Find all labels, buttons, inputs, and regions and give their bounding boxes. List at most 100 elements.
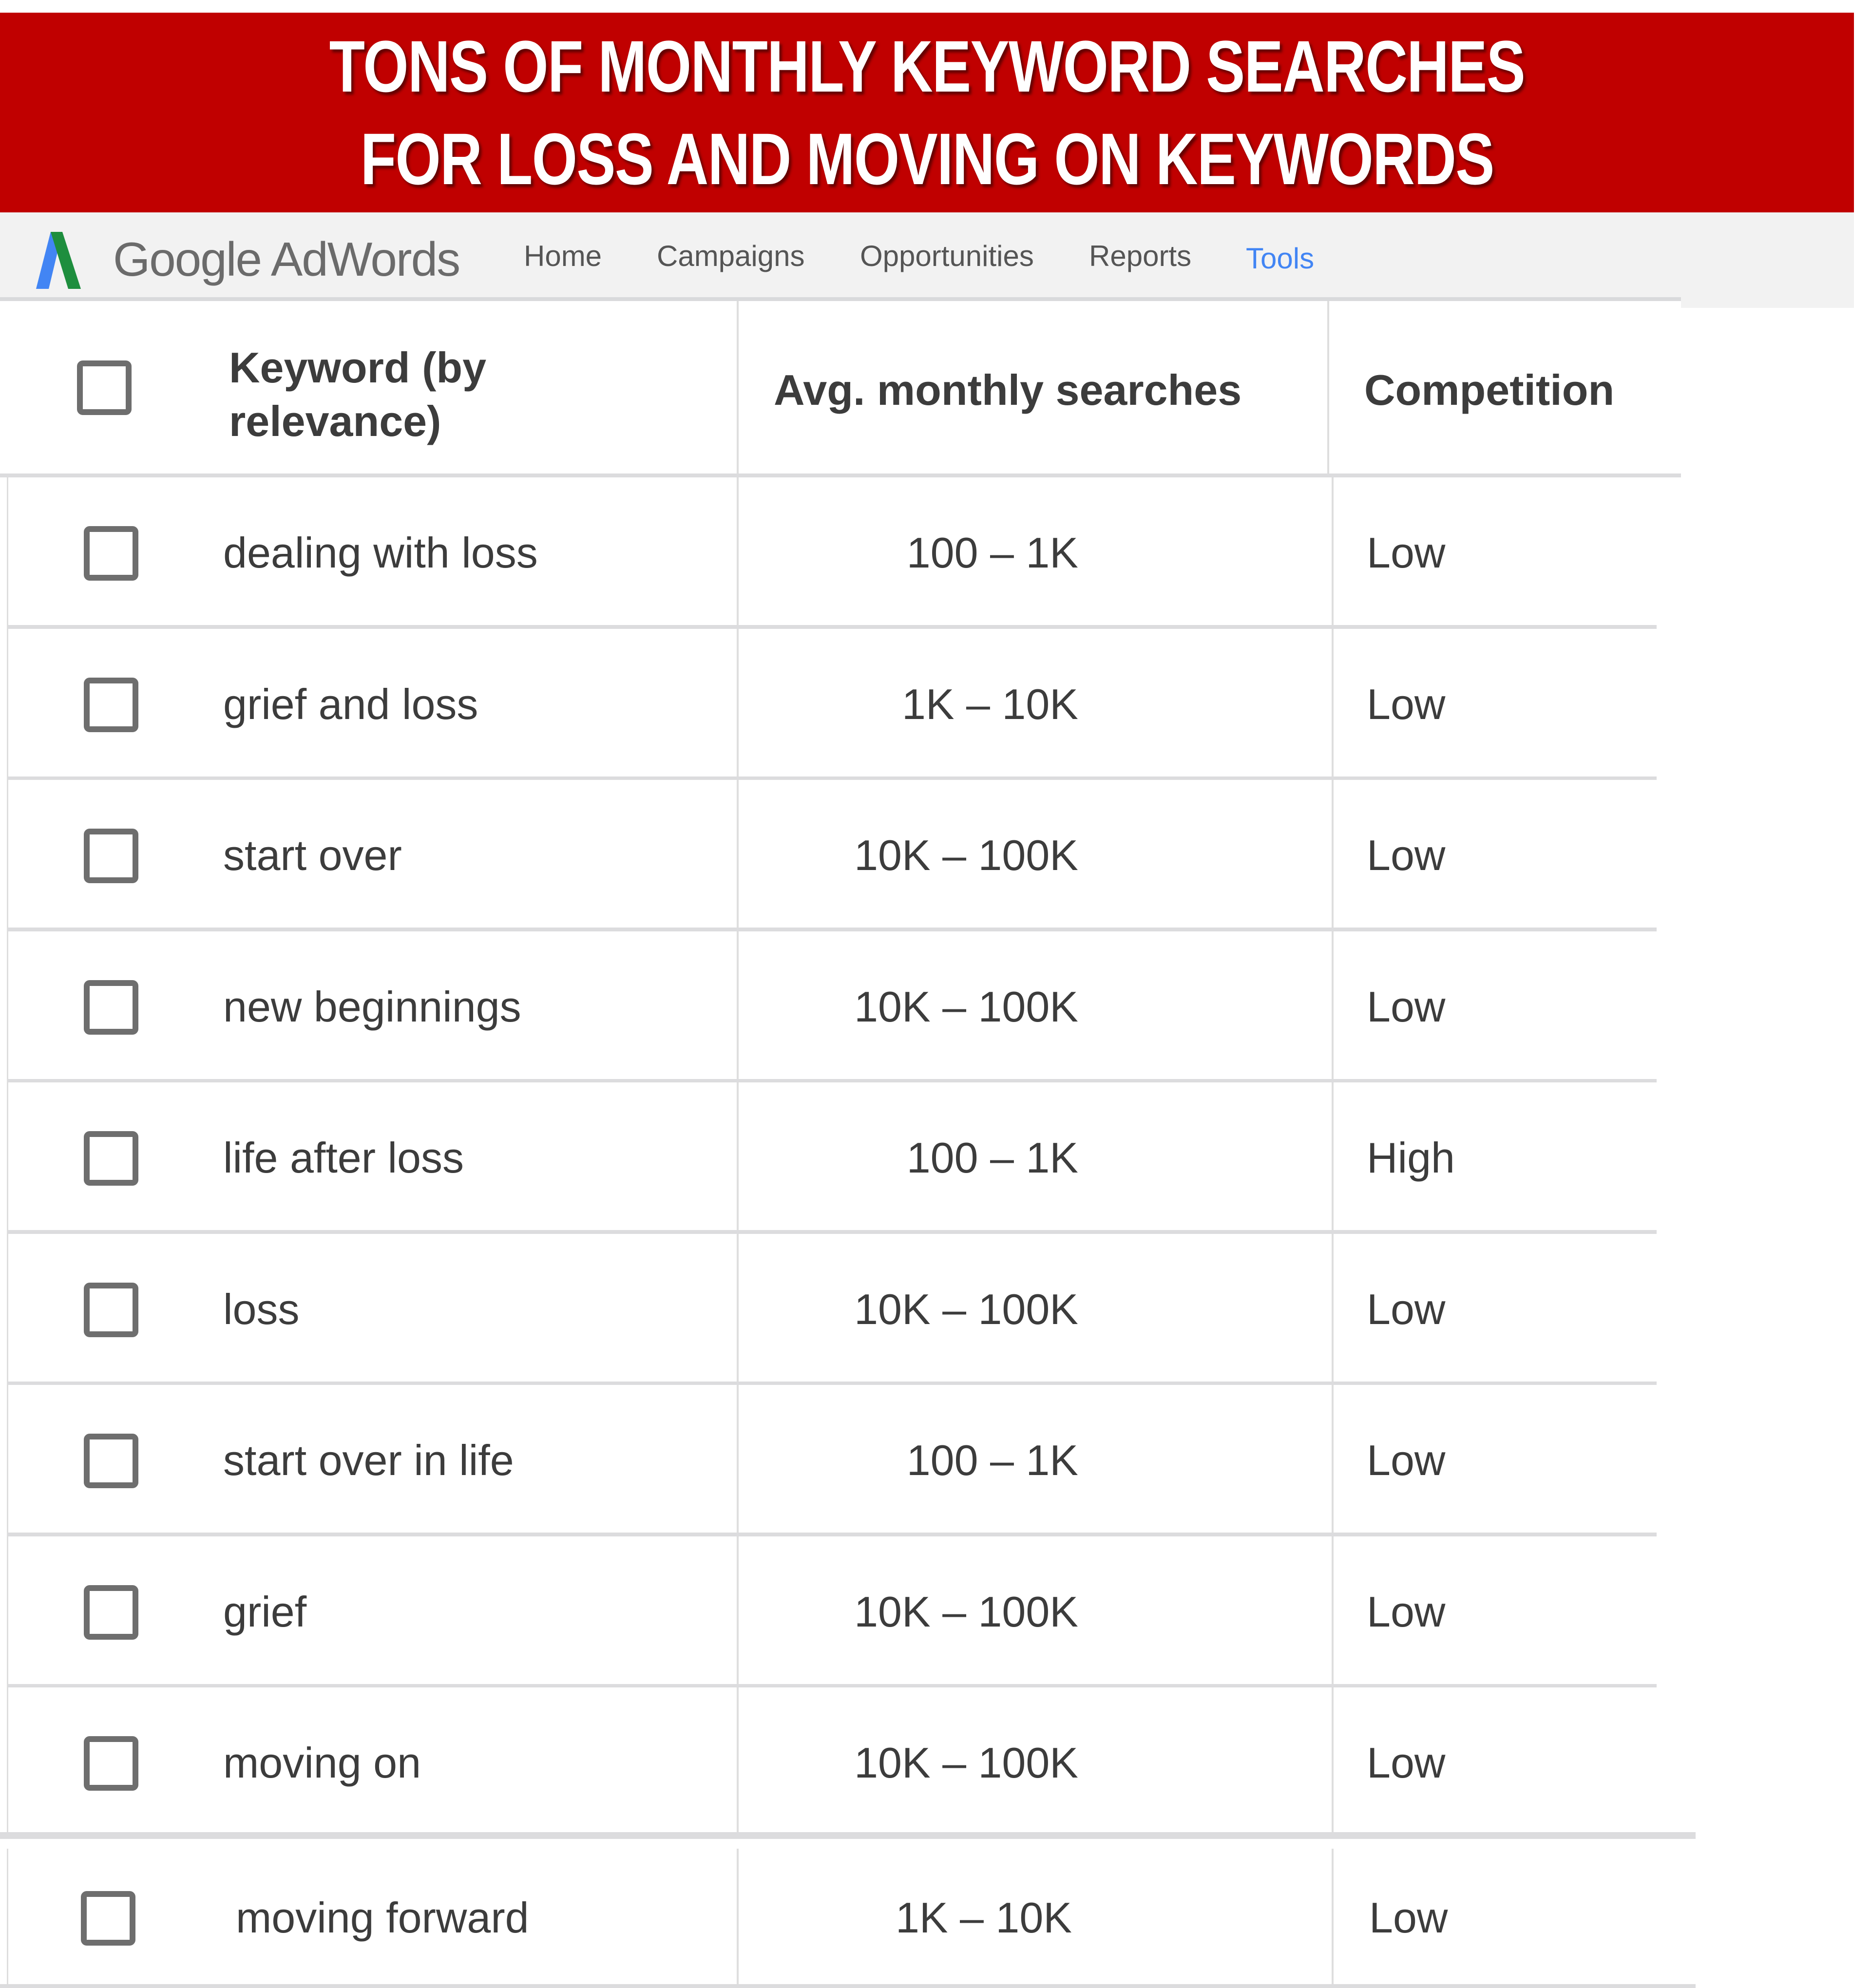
searches-cell: 1K – 10K — [895, 1893, 1072, 1942]
searches-cell: 10K – 100K — [854, 831, 1078, 879]
row-left-border — [7, 1234, 8, 1385]
row-checkbox[interactable] — [84, 1283, 138, 1337]
row-left-border — [7, 1849, 8, 1988]
table-row[interactable]: grief and loss 1K – 10K Low — [0, 629, 1681, 780]
table-row[interactable]: moving forward 1K – 10K Low — [0, 1849, 1696, 1988]
row-left-border — [7, 1385, 8, 1536]
row-checkbox[interactable] — [84, 1585, 138, 1640]
searches-cell: 10K – 100K — [854, 983, 1078, 1031]
banner-title-line-2: FOR LOSS AND MOVING ON KEYWORDS — [360, 118, 1494, 200]
searches-cell: 10K – 100K — [854, 1285, 1078, 1333]
row-left-border — [7, 629, 8, 780]
competition-column-header[interactable]: Competition — [1364, 365, 1614, 415]
keyword-cell: grief and loss — [223, 680, 478, 728]
row-checkbox[interactable] — [84, 678, 138, 732]
competition-cell: Low — [1367, 1285, 1446, 1333]
keyword-cell: new beginnings — [223, 983, 521, 1031]
table-row[interactable]: moving on 10K – 100K Low — [0, 1687, 1696, 1839]
competition-cell: Low — [1367, 1436, 1446, 1484]
table-header-row: Keyword (by relevance) Avg. monthly sear… — [0, 301, 1681, 477]
nav-campaigns[interactable]: Campaigns — [657, 239, 805, 273]
adwords-navbar: Google AdWords Home Campaigns Opportunit… — [0, 212, 1854, 308]
column-divider — [1332, 1687, 1334, 1839]
column-divider — [737, 931, 739, 1083]
row-left-border — [7, 1536, 8, 1688]
row-checkbox[interactable] — [84, 980, 138, 1035]
keyword-cell: loss — [223, 1285, 300, 1333]
row-left-border — [7, 1082, 8, 1234]
nav-opportunities[interactable]: Opportunities — [860, 239, 1034, 273]
nav-home[interactable]: Home — [524, 239, 602, 273]
table-row[interactable]: loss 10K – 100K Low — [0, 1234, 1681, 1385]
row-checkbox[interactable] — [84, 1736, 138, 1791]
row-divider — [0, 473, 1681, 477]
column-divider — [737, 1082, 739, 1234]
row-checkbox[interactable] — [84, 526, 138, 581]
searches-cell: 100 – 1K — [906, 1134, 1078, 1182]
column-divider — [737, 1385, 739, 1536]
competition-cell: Low — [1367, 831, 1446, 879]
keyword-cell: grief — [223, 1588, 307, 1636]
keyword-header-line-1: Keyword (by — [229, 343, 487, 392]
keyword-cell: moving forward — [236, 1893, 529, 1942]
table-row[interactable]: dealing with loss 100 – 1K Low — [0, 477, 1681, 629]
searches-cell: 100 – 1K — [906, 529, 1078, 577]
searches-column-header[interactable]: Avg. monthly searches — [774, 365, 1241, 415]
table-row[interactable]: start over 10K – 100K Low — [0, 780, 1681, 931]
table-row[interactable]: start over in life 100 – 1K Low — [0, 1385, 1681, 1536]
nav-reports[interactable]: Reports — [1089, 239, 1191, 273]
table-row[interactable]: new beginnings 10K – 100K Low — [0, 931, 1681, 1083]
competition-cell: Low — [1367, 1588, 1446, 1636]
column-divider — [737, 629, 739, 780]
column-divider — [1332, 780, 1334, 931]
column-divider — [1332, 1082, 1334, 1234]
table-top-border — [0, 297, 1681, 301]
column-divider — [1332, 1849, 1334, 1988]
row-divider — [0, 1984, 1696, 1988]
column-divider — [737, 1536, 739, 1688]
competition-cell: Low — [1367, 529, 1446, 577]
table-row[interactable]: life after loss 100 – 1K High — [0, 1082, 1681, 1234]
searches-cell: 1K – 10K — [901, 680, 1078, 728]
column-divider — [737, 477, 739, 629]
column-divider — [1332, 477, 1334, 629]
competition-cell: High — [1367, 1134, 1455, 1182]
row-checkbox[interactable] — [84, 829, 138, 883]
keyword-cell: life after loss — [223, 1134, 464, 1182]
keyword-cell: dealing with loss — [223, 529, 538, 577]
competition-cell: Low — [1367, 983, 1446, 1031]
keyword-cell: start over in life — [223, 1436, 514, 1484]
competition-cell: Low — [1367, 680, 1446, 728]
column-divider — [1332, 1385, 1334, 1536]
column-divider — [1332, 931, 1334, 1083]
row-divider — [8, 1230, 1657, 1234]
nav-tools[interactable]: Tools — [1246, 242, 1314, 275]
row-left-border — [7, 477, 8, 629]
row-left-border — [7, 931, 8, 1083]
searches-cell: 10K – 100K — [854, 1588, 1078, 1636]
navbar-extension — [1681, 297, 1854, 308]
row-divider — [8, 625, 1657, 629]
row-checkbox[interactable] — [84, 1131, 138, 1186]
banner-title-line-1: TONS OF MONTHLY KEYWORD SEARCHES — [329, 25, 1526, 107]
row-divider — [8, 928, 1657, 931]
row-divider — [8, 1533, 1657, 1536]
title-banner: TONS OF MONTHLY KEYWORD SEARCHES FOR LOS… — [0, 13, 1854, 212]
table-row[interactable]: grief 10K – 100K Low — [0, 1536, 1681, 1688]
select-all-checkbox[interactable] — [77, 360, 132, 415]
column-divider — [737, 301, 739, 477]
keyword-column-header[interactable]: Keyword (by relevance) — [229, 341, 486, 448]
column-divider — [1327, 301, 1329, 477]
column-divider — [737, 1687, 739, 1839]
brand-name: Google AdWords — [113, 232, 460, 286]
keyword-cell: start over — [223, 831, 402, 879]
row-divider — [0, 1832, 1696, 1839]
column-divider — [737, 780, 739, 931]
row-checkbox[interactable] — [81, 1891, 135, 1946]
searches-cell: 10K – 100K — [854, 1739, 1078, 1787]
column-divider — [1332, 629, 1334, 780]
column-divider — [1332, 1234, 1334, 1385]
column-divider — [1332, 1536, 1334, 1688]
row-checkbox[interactable] — [84, 1434, 138, 1488]
keyword-cell: moving on — [223, 1739, 421, 1787]
